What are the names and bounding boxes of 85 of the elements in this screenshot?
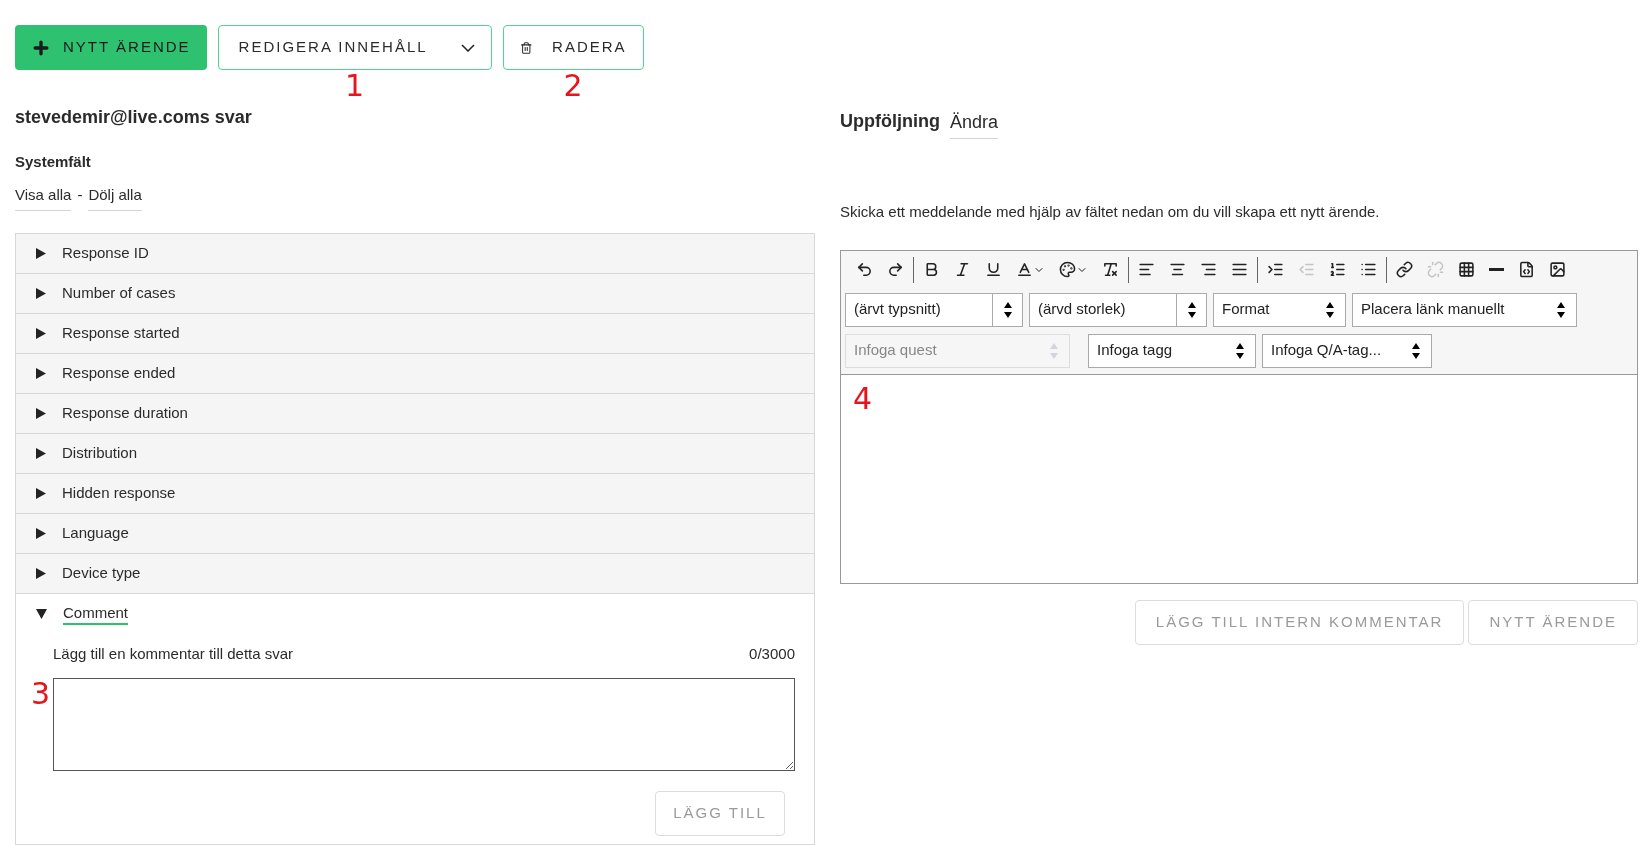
collapsed-triangle-icon xyxy=(36,408,46,419)
accordion-header[interactable]: Distribution xyxy=(16,434,814,473)
annotation-number: 2 xyxy=(563,70,583,102)
accordion-header[interactable]: Hidden response xyxy=(16,474,814,513)
separator-text: - xyxy=(77,185,83,205)
response-title: stevedemir@live.coms svar xyxy=(15,106,253,129)
source-code-icon xyxy=(1518,261,1535,278)
align-right-icon xyxy=(1200,261,1217,278)
show-all-link[interactable]: Visa alla xyxy=(15,183,72,211)
field-label: Hidden response xyxy=(62,483,176,504)
comment-label: Lägg till en kommentar till detta svar xyxy=(53,644,294,664)
chevron-down-icon xyxy=(460,43,475,52)
dropdown-select[interactable]: Infoga Q/A-tag... xyxy=(1262,333,1432,368)
unlink-icon xyxy=(1427,261,1444,278)
table-icon xyxy=(1458,261,1475,278)
italic-icon xyxy=(954,261,971,278)
field-label: Response ended xyxy=(62,363,176,384)
align-center-icon xyxy=(1169,261,1186,278)
hide-all-link[interactable]: Dölj alla xyxy=(88,183,142,211)
collapsed-triangle-icon xyxy=(36,248,46,259)
collapsed-triangle-icon xyxy=(36,368,46,379)
field-label: Device type xyxy=(62,563,141,584)
sort-arrows-icon xyxy=(1325,300,1335,319)
sort-arrows-icon xyxy=(1411,341,1421,360)
field-label: Response duration xyxy=(62,403,188,424)
editor-content-area[interactable]: 4 xyxy=(841,373,1637,583)
delete-button[interactable]: RADERA xyxy=(502,25,644,70)
align-left-icon xyxy=(1138,261,1155,278)
accordion-header[interactable]: Comment xyxy=(16,594,814,633)
dropdown-select[interactable]: Placera länk manuellt xyxy=(1352,292,1577,327)
collapsed-triangle-icon xyxy=(36,328,46,339)
collapsed-triangle-icon xyxy=(36,488,46,499)
field-label: Language xyxy=(62,523,129,544)
accordion-header[interactable]: Number of cases xyxy=(16,274,814,313)
dropdown-select[interactable]: (ärvd storlek) xyxy=(1029,292,1207,327)
accordion-header[interactable]: Response duration xyxy=(16,394,814,433)
field-label: Response ID xyxy=(62,243,149,264)
bold-icon xyxy=(923,261,940,278)
accordion-header[interactable]: Device type xyxy=(16,554,814,593)
info-text: Skicka ett meddelande med hjälp av fältet nedan om du vill skapa ett nytt ärende. xyxy=(840,202,1381,222)
edit-content-dropdown[interactable]: REDIGERA INNEHÅLL xyxy=(217,25,492,70)
text-color-icon xyxy=(1016,261,1033,278)
collapsed-triangle-icon xyxy=(36,528,46,539)
align-justify-icon xyxy=(1231,261,1248,278)
undo-icon xyxy=(856,261,873,278)
accordion-header[interactable]: Response started xyxy=(16,314,814,353)
field-label: Number of cases xyxy=(62,283,176,304)
annotation-number: 4 xyxy=(853,380,873,416)
indent-icon xyxy=(1267,261,1284,278)
section-label: Systemfält xyxy=(15,152,92,172)
accordion-header[interactable]: Response ended xyxy=(16,354,814,393)
edit-link[interactable]: Ändra xyxy=(949,109,998,139)
sort-arrows-icon xyxy=(1235,341,1245,360)
trash-icon xyxy=(519,39,533,56)
annotation-number: 1 xyxy=(345,70,365,102)
redo-icon xyxy=(887,261,904,278)
annotation-number: 3 xyxy=(31,677,52,710)
image-icon xyxy=(1549,261,1566,278)
comment-textarea[interactable] xyxy=(53,677,795,771)
link-icon xyxy=(1396,261,1413,278)
field-label: Comment xyxy=(63,602,129,625)
dropdown-select[interactable]: Infoga tagg xyxy=(1088,333,1256,368)
followup-title: Uppföljning xyxy=(840,110,940,133)
character-counter: 0/3000 xyxy=(749,644,795,664)
field-label: Distribution xyxy=(62,443,138,464)
dropdown-select[interactable]: Format xyxy=(1213,292,1346,327)
new-case-button[interactable]: NYTT ÄRENDE xyxy=(15,25,207,70)
underline-icon xyxy=(985,261,1002,278)
sort-arrows-icon xyxy=(1002,300,1013,319)
collapsed-triangle-icon xyxy=(36,448,46,459)
collapsed-triangle-icon xyxy=(36,568,46,579)
sort-arrows-icon xyxy=(1049,341,1059,360)
accordion-header[interactable]: Language xyxy=(16,514,814,553)
clear-format-icon xyxy=(1102,261,1119,278)
dropdown-select[interactable]: (ärvt typsnitt) xyxy=(845,292,1023,327)
collapsed-triangle-icon xyxy=(36,288,46,299)
outdent-icon xyxy=(1298,261,1315,278)
accordion-header[interactable]: Response ID xyxy=(16,234,814,273)
bullet-list-icon xyxy=(1360,261,1377,278)
expanded-triangle-icon xyxy=(36,608,47,619)
palette-icon xyxy=(1059,261,1076,278)
sort-arrows-icon xyxy=(1556,300,1566,319)
numbered-list-icon xyxy=(1329,261,1346,278)
sort-arrows-icon xyxy=(1186,300,1197,319)
field-label: Response started xyxy=(62,323,180,344)
